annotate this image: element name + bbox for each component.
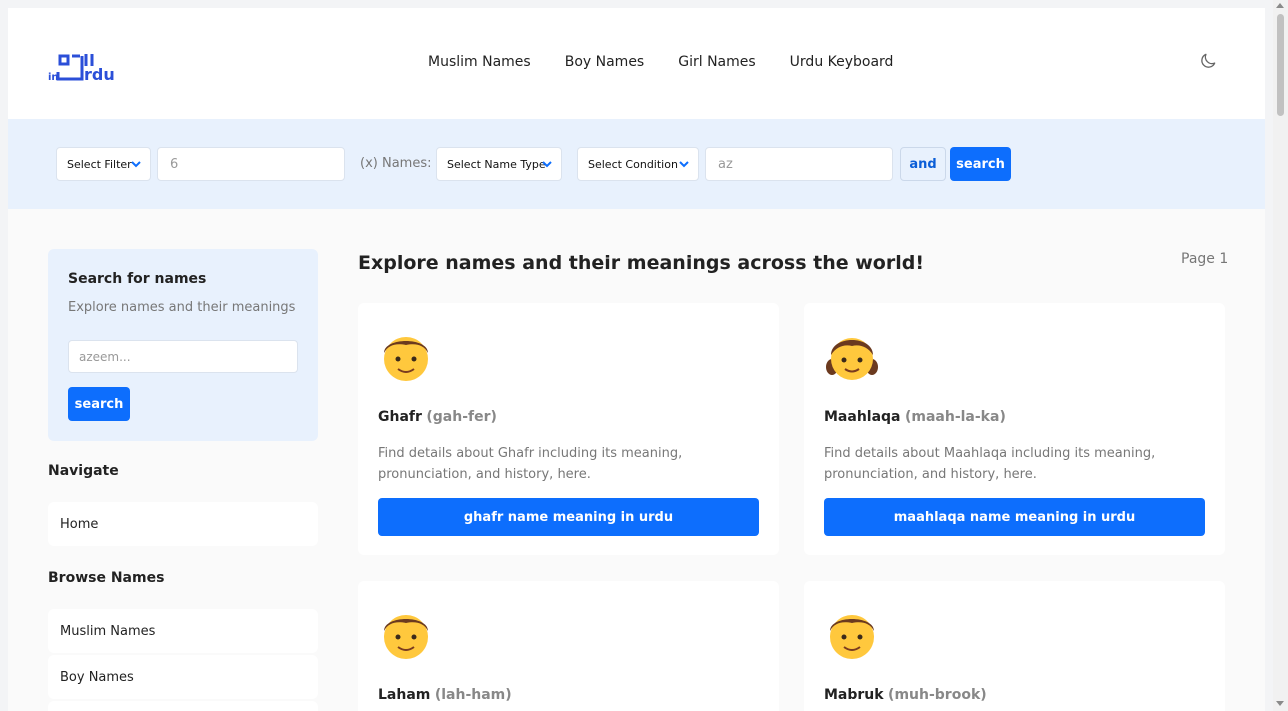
name-meaning-button[interactable]: ghafr name meaning in urdu [378, 498, 759, 536]
nav-muslim-names[interactable]: Muslim Names [428, 54, 531, 70]
count-input-value: 6 [170, 156, 179, 172]
name-meaning-button[interactable]: maahlaqa name meaning in urdu [824, 498, 1205, 536]
filter-select[interactable]: Select Filter [56, 147, 151, 181]
card-name: Mabruk (muh-brook) [824, 687, 987, 703]
nav-urdu-keyboard[interactable]: Urdu Keyboard [790, 54, 894, 70]
name-type-label: Select Name Type [447, 157, 546, 171]
card-name: Maahlaqa (maah-la-ka) [824, 409, 1006, 425]
search-card-subtitle: Explore names and their meanings [68, 300, 296, 315]
scroll-up-icon[interactable] [1276, 3, 1284, 8]
and-button[interactable]: and [900, 147, 946, 181]
filter-select-label: Select Filter [67, 157, 132, 171]
main-nav: Muslim Names Boy Names Girl Names Urdu K… [428, 54, 893, 70]
chevron-down-icon [131, 161, 141, 168]
boy-icon [830, 615, 874, 659]
sidebar-item-more[interactable] [48, 701, 318, 711]
page: in rdu Muslim Names Boy Names Girl Names… [8, 8, 1265, 711]
card-description: Find details about Maahlaqa including it… [824, 446, 1156, 482]
card-name: Laham (lah-ham) [378, 687, 512, 703]
browse-heading: Browse Names [48, 570, 165, 586]
name-type-select[interactable]: Select Name Type [436, 147, 562, 181]
condition-input-value: az [718, 156, 733, 172]
filter-bar: Select Filter 6 (x) Names: Select Name T… [8, 119, 1265, 209]
count-input[interactable]: 6 [157, 147, 345, 181]
search-card-title: Search for names [68, 271, 207, 287]
sidebar-item-home[interactable]: Home [48, 502, 318, 546]
girl-icon [826, 338, 878, 380]
name-card: Ghafr (gah-fer) Find details about Ghafr… [358, 303, 779, 555]
name-card: Maahlaqa (maah-la-ka) Find details about… [804, 303, 1225, 555]
name-card: Mabruk (muh-brook) [804, 581, 1225, 711]
sidebar-search-button[interactable]: search [68, 387, 130, 421]
boy-icon [384, 615, 428, 659]
page-title: Explore names and their meanings across … [358, 252, 924, 274]
chevron-down-icon [542, 161, 552, 168]
names-label: (x) Names: [360, 156, 432, 171]
filter-search-button[interactable]: search [950, 147, 1011, 181]
sidebar-search-placeholder: azeem... [79, 349, 131, 364]
chevron-down-icon [679, 161, 689, 168]
name-card: Laham (lah-ham) [358, 581, 779, 711]
sidebar-search-card: Search for names Explore names and their… [48, 249, 318, 441]
card-description: Find details about Ghafr including its m… [378, 446, 683, 482]
sidebar-item-boy-names[interactable]: Boy Names [48, 655, 318, 699]
nav-girl-names[interactable]: Girl Names [678, 54, 755, 70]
page-number: Page 1 [1181, 251, 1229, 267]
condition-select[interactable]: Select Condition [577, 147, 699, 181]
nav-boy-names[interactable]: Boy Names [565, 54, 645, 70]
card-name: Ghafr (gah-fer) [378, 409, 497, 425]
sidebar-search-input[interactable]: azeem... [68, 340, 298, 373]
scroll-thumb[interactable] [1277, 14, 1284, 116]
condition-label: Select Condition [588, 157, 678, 171]
site-logo[interactable]: in rdu [48, 46, 132, 82]
site-header: in rdu Muslim Names Boy Names Girl Names… [8, 8, 1265, 119]
moon-icon[interactable] [1198, 51, 1218, 71]
condition-input[interactable]: az [705, 147, 893, 181]
scroll-down-icon[interactable] [1276, 701, 1284, 706]
navigate-heading: Navigate [48, 463, 119, 479]
sidebar-item-muslim-names[interactable]: Muslim Names [48, 609, 318, 653]
vertical-scrollbar[interactable] [1273, 0, 1288, 711]
boy-icon [384, 337, 428, 381]
svg-text:rdu: rdu [84, 65, 115, 82]
